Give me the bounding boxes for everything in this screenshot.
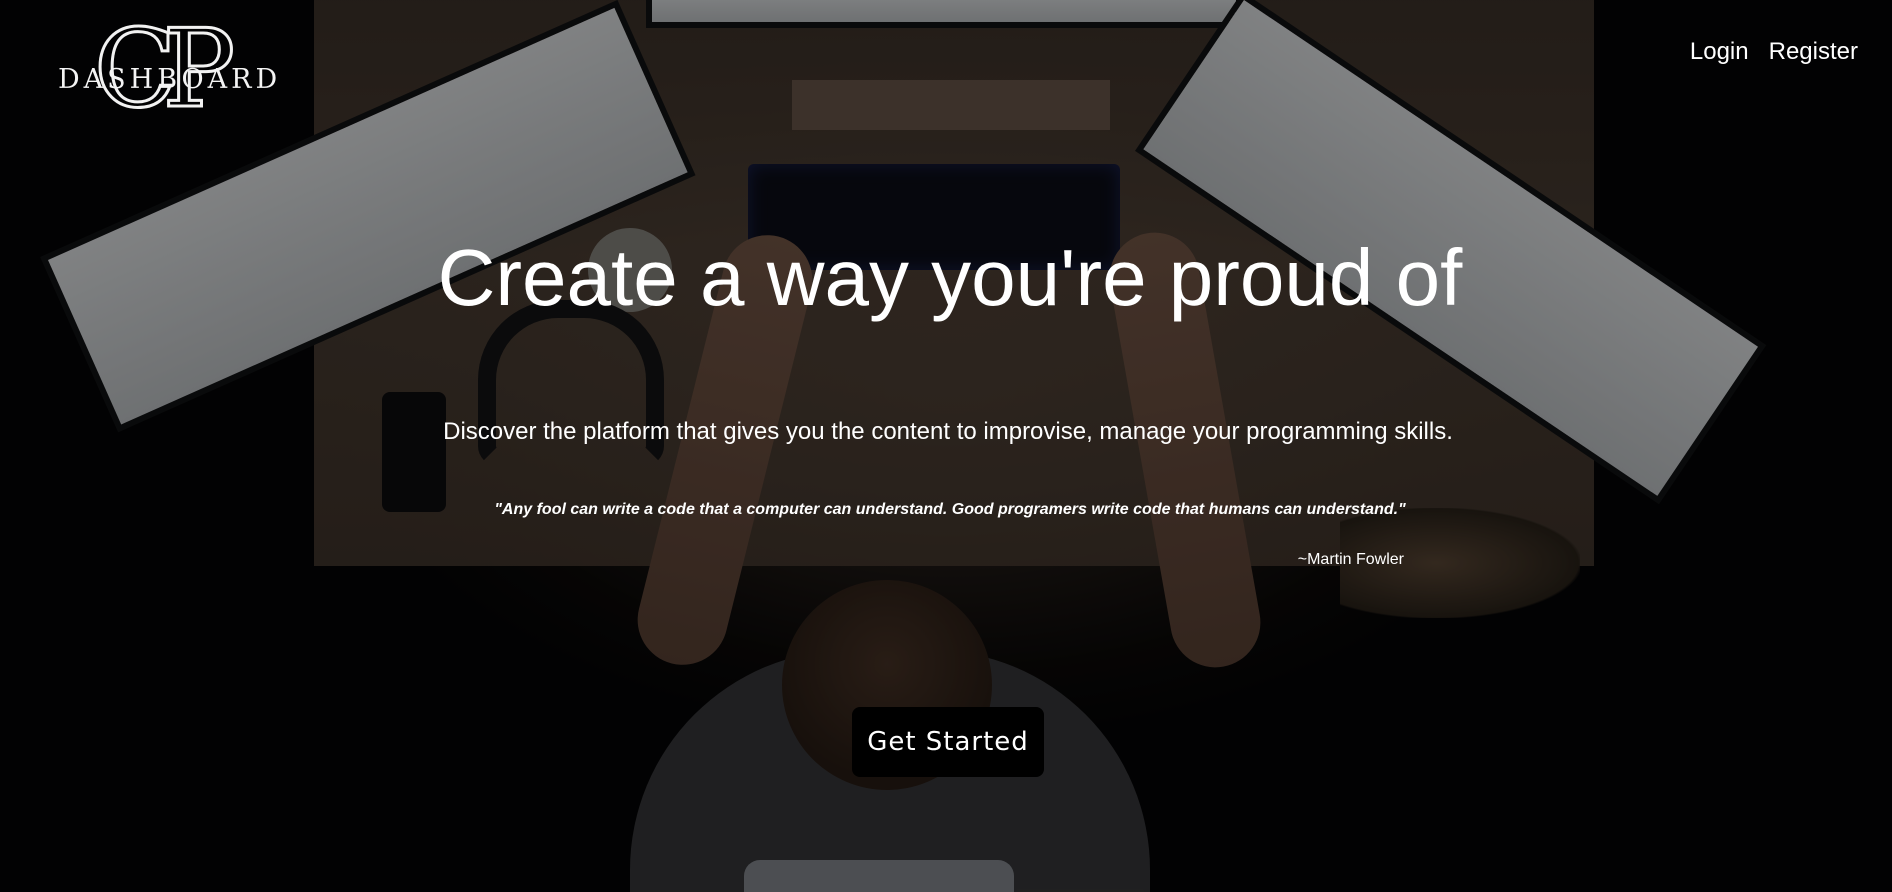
hero-section: CP DASHBOARD Login Register Create a way… <box>0 0 1892 892</box>
hero-subhead: Discover the platform that gives you the… <box>443 418 1453 445</box>
top-nav: Login Register <box>1690 38 1858 66</box>
register-link[interactable]: Register <box>1769 38 1858 66</box>
get-started-button[interactable]: Get Started <box>852 707 1044 777</box>
brand-logo[interactable]: CP DASHBOARD <box>58 14 282 125</box>
login-link[interactable]: Login <box>1690 38 1749 66</box>
logo-wordmark: DASHBOARD <box>58 64 282 95</box>
hero-quote: "Any fool can write a code that a comput… <box>494 501 1406 518</box>
hero-headline: Create a way you're proud of <box>437 233 1463 322</box>
quote-author: ~Martin Fowler <box>1297 551 1404 568</box>
